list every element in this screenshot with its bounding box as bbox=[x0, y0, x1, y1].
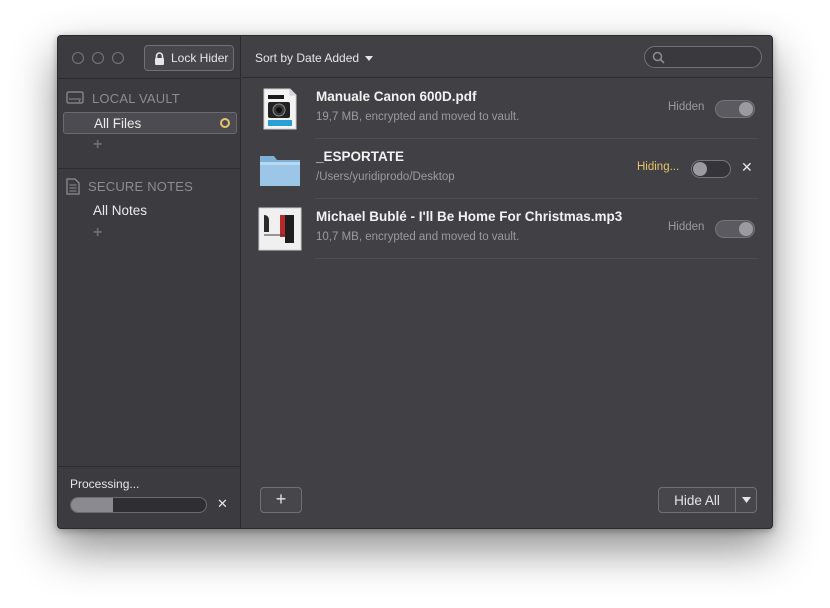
toggle-knob bbox=[739, 222, 753, 236]
hide-toggle[interactable] bbox=[715, 220, 755, 238]
secure-notes-header: SECURE NOTES bbox=[66, 178, 193, 195]
sidebar: Lock Hider LOCAL VAULT All Files + SECUR… bbox=[58, 36, 241, 528]
divider bbox=[58, 466, 240, 467]
add-vault-item-button[interactable]: + bbox=[93, 136, 102, 154]
status-label: Hiding... bbox=[637, 161, 680, 173]
toggle-knob bbox=[693, 162, 707, 176]
sidebar-item-label: All Files bbox=[94, 116, 142, 131]
minimize-window-button[interactable] bbox=[92, 52, 104, 64]
file-details: 10,7 MB, encrypted and moved to vault. bbox=[316, 231, 520, 243]
cancel-hiding-button[interactable]: ✕ bbox=[741, 159, 753, 176]
file-row[interactable]: Michael Bublé - I'll Be Home For Christm… bbox=[242, 199, 772, 259]
hide-all-label: Hide All bbox=[674, 492, 720, 508]
toggle-knob bbox=[739, 102, 753, 116]
local-vault-header: LOCAL VAULT bbox=[66, 90, 180, 106]
status-label: Hidden bbox=[668, 101, 705, 113]
app-window: Lock Hider LOCAL VAULT All Files + SECUR… bbox=[57, 35, 773, 529]
sort-label: Sort by Date Added bbox=[255, 51, 360, 65]
file-row[interactable]: Manuale Canon 600D.pdf 19,7 MB, encrypte… bbox=[242, 79, 772, 139]
close-window-button[interactable] bbox=[72, 52, 84, 64]
sidebar-item-all-notes[interactable]: All Notes bbox=[63, 200, 237, 222]
file-details: 19,7 MB, encrypted and moved to vault. bbox=[316, 111, 520, 123]
hide-toggle[interactable] bbox=[691, 160, 731, 178]
file-row[interactable]: _ESPORTATE /Users/yuridiprodo/Desktop Hi… bbox=[242, 139, 772, 199]
sidebar-item-all-files[interactable]: All Files bbox=[63, 112, 237, 134]
status-label: Hidden bbox=[668, 221, 705, 233]
search-input[interactable] bbox=[644, 46, 762, 68]
zoom-window-button[interactable] bbox=[112, 52, 124, 64]
hide-all-menu-button[interactable] bbox=[736, 497, 756, 503]
chevron-down-icon bbox=[741, 497, 751, 503]
toolbar: Sort by Date Added bbox=[242, 36, 772, 78]
file-name: Michael Bublé - I'll Be Home For Christm… bbox=[316, 209, 623, 224]
album-art-icon bbox=[258, 207, 302, 251]
activity-ring-icon bbox=[220, 118, 230, 128]
lock-hider-label: Lock Hider bbox=[171, 51, 229, 65]
progress-fill bbox=[71, 498, 113, 512]
hide-toggle[interactable] bbox=[715, 100, 755, 118]
folder-icon bbox=[260, 156, 300, 186]
lock-icon bbox=[155, 51, 164, 65]
search-icon bbox=[652, 51, 665, 64]
local-vault-label: LOCAL VAULT bbox=[92, 90, 180, 106]
sort-dropdown[interactable]: Sort by Date Added bbox=[255, 51, 374, 65]
chevron-down-icon bbox=[365, 55, 374, 61]
processing-label: Processing... bbox=[70, 477, 140, 491]
divider bbox=[315, 258, 758, 259]
secure-notes-label: SECURE NOTES bbox=[88, 179, 193, 194]
file-name: _ESPORTATE bbox=[316, 149, 405, 164]
file-name: Manuale Canon 600D.pdf bbox=[316, 89, 477, 104]
file-path: /Users/yuridiprodo/Desktop bbox=[316, 171, 455, 183]
processing-progress-bar bbox=[70, 497, 207, 513]
divider bbox=[58, 168, 240, 169]
add-note-button[interactable]: + bbox=[93, 224, 102, 242]
cancel-processing-button[interactable]: ✕ bbox=[217, 496, 228, 512]
divider bbox=[58, 78, 240, 79]
add-file-button[interactable]: + bbox=[260, 487, 302, 513]
sidebar-item-label: All Notes bbox=[93, 203, 148, 218]
note-document-icon bbox=[66, 178, 80, 195]
pdf-document-icon bbox=[263, 88, 297, 130]
hide-all-button[interactable]: Hide All bbox=[658, 487, 757, 513]
hard-drive-icon bbox=[66, 91, 84, 104]
lock-hider-button[interactable]: Lock Hider bbox=[144, 45, 234, 71]
